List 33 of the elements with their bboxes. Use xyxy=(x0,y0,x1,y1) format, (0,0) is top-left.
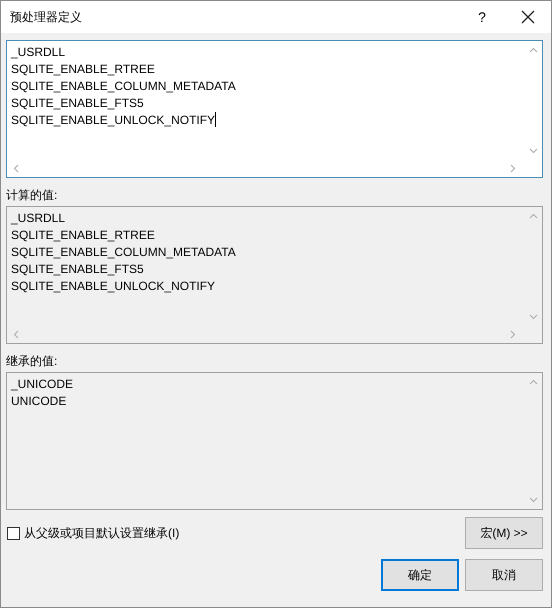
computed-value-line: SQLITE_ENABLE_FTS5 xyxy=(11,262,144,276)
dialog-button[interactable]: 确定 xyxy=(381,559,459,591)
dialog-button[interactable]: 取消 xyxy=(465,559,543,591)
scroll-right-icon[interactable] xyxy=(510,164,516,173)
macros-button[interactable]: 宏(M) >> xyxy=(465,517,543,549)
scroll-down-icon[interactable] xyxy=(529,314,538,320)
window-title: 预处理器定义 xyxy=(10,8,83,26)
definition-line: SQLITE_ENABLE_RTREE xyxy=(11,62,155,76)
text-cursor xyxy=(215,112,216,127)
inherited-value-line: _UNICODE xyxy=(11,376,74,390)
definition-line: SQLITE_ENABLE_COLUMN_METADATA xyxy=(11,78,236,92)
computed-value-line: SQLITE_ENABLE_RTREE xyxy=(11,228,155,242)
definition-line: _USRDLL xyxy=(11,44,66,58)
scroll-down-icon[interactable] xyxy=(529,497,538,503)
scroll-down-icon[interactable] xyxy=(529,148,538,154)
computed-value-line: SQLITE_ENABLE_UNLOCK_NOTIFY xyxy=(11,278,216,292)
computed-values-label: 计算的值: xyxy=(6,188,58,202)
inherit-checkbox[interactable]: 从父级或项目默认设置继承(I) xyxy=(7,524,180,542)
computed-value-line: SQLITE_ENABLE_COLUMN_METADATA xyxy=(11,244,236,258)
inherited-values-label: 继承的值: xyxy=(6,354,58,368)
definitions-field[interactable]: _USRDLL SQLITE_ENABLE_RTREE SQLITE_ENABLE_COLUMN_METADATA SQLITE_ENABLE_FTS5 SQLITE_ENABLE_UNLOCK_NOTIFY xyxy=(6,40,543,178)
scroll-up-icon[interactable] xyxy=(529,47,538,53)
computed-value-line: _USRDLL xyxy=(11,210,66,224)
definition-line: SQLITE_ENABLE_UNLOCK_NOTIFY xyxy=(11,112,216,126)
scroll-left-icon[interactable] xyxy=(13,330,19,339)
scroll-right-icon[interactable] xyxy=(510,330,516,339)
close-icon xyxy=(521,10,535,24)
scroll-up-icon[interactable] xyxy=(529,379,538,385)
scroll-up-icon[interactable] xyxy=(529,213,538,219)
help-button[interactable]: ? xyxy=(459,1,505,33)
inherited-value-line: UNICODE xyxy=(11,394,66,408)
definition-line: SQLITE_ENABLE_FTS5 xyxy=(11,96,144,110)
scroll-left-icon[interactable] xyxy=(13,164,19,173)
